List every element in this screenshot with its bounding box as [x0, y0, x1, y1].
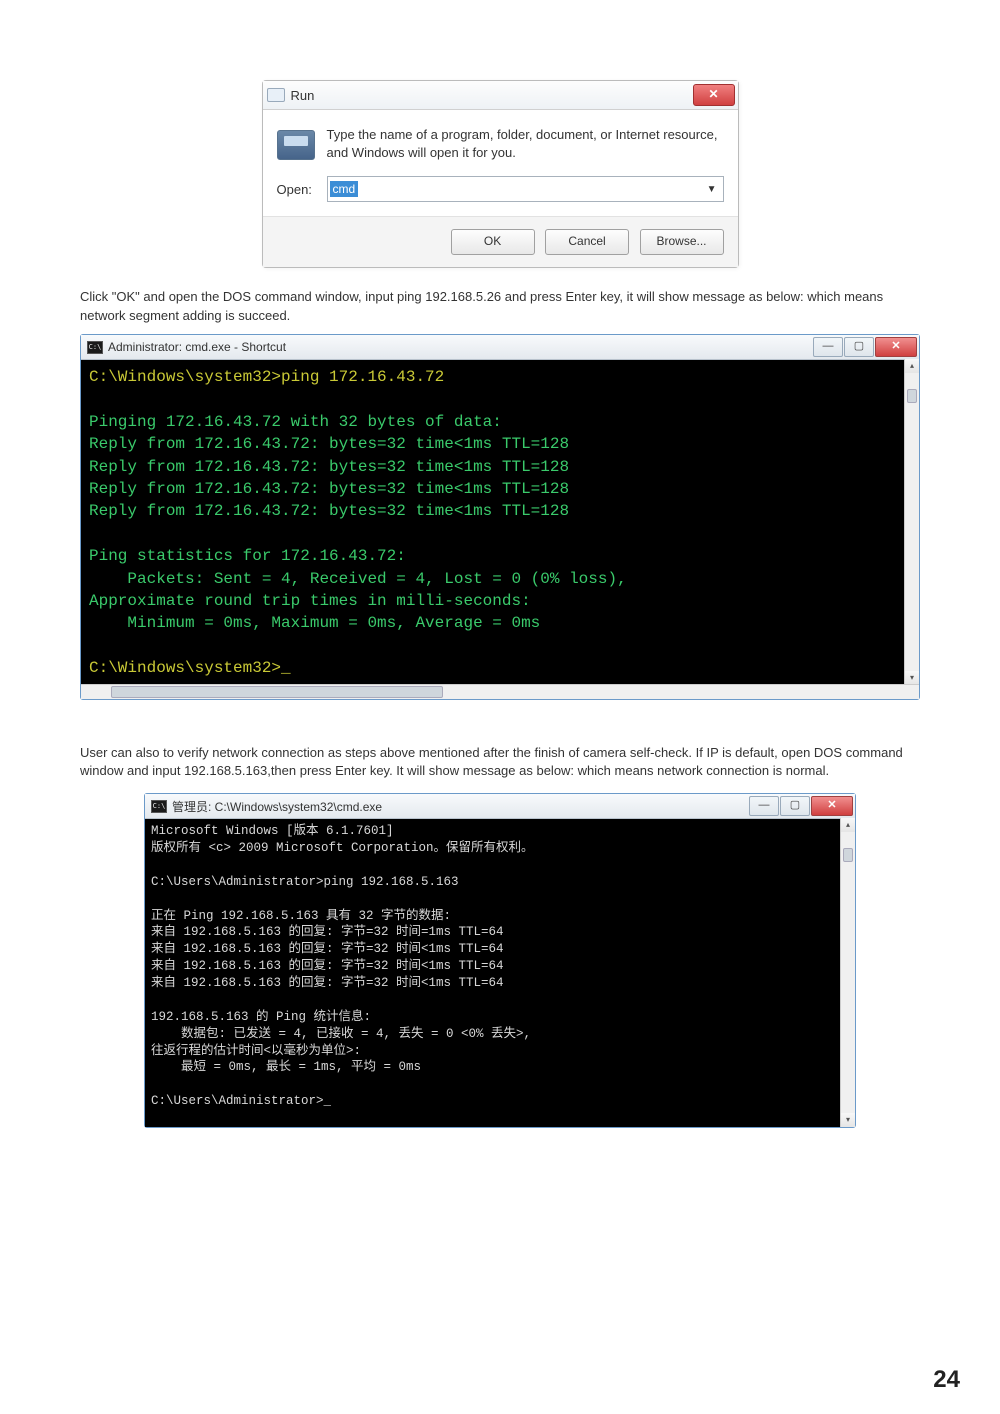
cmd2-scrollbar-vertical[interactable]: ▴ ▾	[840, 818, 855, 1127]
scroll-up-icon[interactable]: ▴	[841, 818, 855, 832]
terminal-line: C:\Windows\system32>_	[89, 657, 911, 679]
close-icon[interactable]: ✕	[693, 84, 735, 106]
maximize-icon[interactable]: ▢	[780, 796, 810, 816]
cmd2-titlebar[interactable]: C:\ 管理员: C:\Windows\system32\cmd.exe — ▢…	[145, 794, 855, 819]
terminal-line: 数据包: 已发送 = 4, 已接收 = 4, 丢失 = 0 <0% 丢失>,	[151, 1026, 849, 1043]
terminal-line: Reply from 172.16.43.72: bytes=32 time<1…	[89, 456, 911, 478]
terminal-line: 来自 192.168.5.163 的回复: 字节=32 时间<1ms TTL=6…	[151, 958, 849, 975]
terminal-line: Microsoft Windows [版本 6.1.7601]	[151, 823, 849, 840]
terminal-line: C:\Users\Administrator>_	[151, 1093, 849, 1110]
browse-button[interactable]: Browse...	[640, 229, 724, 255]
scroll-down-icon[interactable]: ▾	[905, 671, 919, 685]
instruction-text-2: User can also to verify network connecti…	[80, 744, 920, 782]
cmd-window-en: C:\ Administrator: cmd.exe - Shortcut — …	[80, 334, 920, 699]
cmd1-output: C:\Windows\system32>ping 172.16.43.72 Pi…	[81, 360, 919, 683]
terminal-line: Approximate round trip times in milli-se…	[89, 590, 911, 612]
minimize-icon[interactable]: —	[813, 337, 843, 357]
terminal-line: 版权所有 <c> 2009 Microsoft Corporation。保留所有…	[151, 840, 849, 857]
cmd-icon: C:\	[151, 800, 167, 813]
terminal-line	[151, 891, 849, 908]
terminal-line	[89, 388, 911, 410]
cancel-button[interactable]: Cancel	[545, 229, 629, 255]
terminal-line: Reply from 172.16.43.72: bytes=32 time<1…	[89, 433, 911, 455]
run-titlebar[interactable]: Run ✕	[263, 81, 738, 110]
open-input-value[interactable]: cmd	[330, 181, 359, 197]
open-combobox[interactable]: cmd ▼	[327, 176, 724, 202]
cmd2-output: Microsoft Windows [版本 6.1.7601]版权所有 <c> …	[145, 819, 855, 1127]
chevron-down-icon[interactable]: ▼	[707, 184, 717, 195]
terminal-line: Ping statistics for 172.16.43.72:	[89, 545, 911, 567]
run-dialog: Run ✕ Type the name of a program, folder…	[262, 80, 739, 268]
terminal-line: Minimum = 0ms, Maximum = 0ms, Average = …	[89, 612, 911, 634]
run-app-icon	[267, 88, 285, 102]
terminal-line: 来自 192.168.5.163 的回复: 字节=32 时间=1ms TTL=6…	[151, 924, 849, 941]
run-button-row: OK Cancel Browse...	[263, 216, 738, 267]
terminal-line	[151, 992, 849, 1009]
terminal-line: 192.168.5.163 的 Ping 统计信息:	[151, 1009, 849, 1026]
terminal-line: 来自 192.168.5.163 的回复: 字节=32 时间<1ms TTL=6…	[151, 975, 849, 992]
terminal-line: 正在 Ping 192.168.5.163 具有 32 字节的数据:	[151, 908, 849, 925]
terminal-line: 往返行程的估计时间<以毫秒为单位>:	[151, 1043, 849, 1060]
scroll-down-icon[interactable]: ▾	[841, 1113, 855, 1127]
cmd1-titlebar[interactable]: C:\ Administrator: cmd.exe - Shortcut — …	[81, 335, 919, 360]
open-label: Open:	[277, 182, 327, 197]
maximize-icon[interactable]: ▢	[844, 337, 874, 357]
minimize-icon[interactable]: —	[749, 796, 779, 816]
run-title-text: Run	[291, 88, 315, 103]
terminal-line: C:\Windows\system32>ping 172.16.43.72	[89, 366, 911, 388]
terminal-line	[89, 635, 911, 657]
ok-button[interactable]: OK	[451, 229, 535, 255]
cmd-icon: C:\	[87, 341, 103, 354]
terminal-line: 最短 = 0ms, 最长 = 1ms, 平均 = 0ms	[151, 1059, 849, 1076]
run-description: Type the name of a program, folder, docu…	[327, 126, 724, 162]
terminal-line: Reply from 172.16.43.72: bytes=32 time<1…	[89, 478, 911, 500]
terminal-line	[89, 523, 911, 545]
scroll-up-icon[interactable]: ▴	[905, 359, 919, 373]
page-number: 24	[933, 1366, 960, 1394]
close-icon[interactable]: ✕	[811, 796, 853, 816]
close-icon[interactable]: ✕	[875, 337, 917, 357]
terminal-line: Pinging 172.16.43.72 with 32 bytes of da…	[89, 411, 911, 433]
terminal-line: Packets: Sent = 4, Received = 4, Lost = …	[89, 568, 911, 590]
terminal-line: 来自 192.168.5.163 的回复: 字节=32 时间<1ms TTL=6…	[151, 941, 849, 958]
terminal-line: Reply from 172.16.43.72: bytes=32 time<1…	[89, 500, 911, 522]
terminal-line: C:\Users\Administrator>ping 192.168.5.16…	[151, 874, 849, 891]
instruction-text-1: Click "OK" and open the DOS command wind…	[80, 288, 920, 326]
cmd1-scrollbar-vertical[interactable]: ▴ ▾	[904, 359, 919, 684]
cmd2-title: 管理员: C:\Windows\system32\cmd.exe	[172, 798, 382, 815]
cmd1-title: Administrator: cmd.exe - Shortcut	[108, 340, 286, 354]
terminal-line	[151, 857, 849, 874]
cmd1-scrollbar-horizontal[interactable]	[81, 684, 919, 699]
terminal-line	[151, 1076, 849, 1093]
cmd-window-cn: C:\ 管理员: C:\Windows\system32\cmd.exe — ▢…	[144, 793, 856, 1128]
program-icon	[277, 130, 315, 160]
